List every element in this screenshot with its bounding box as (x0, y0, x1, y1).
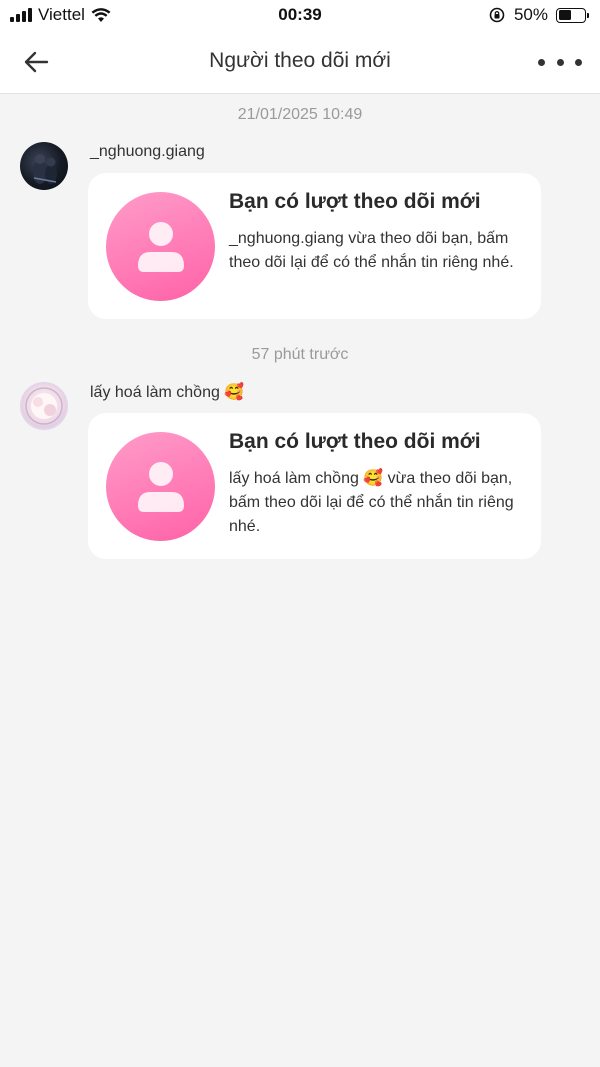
status-bar: Viettel 00:39 50% (0, 0, 600, 32)
notification-card[interactable]: Bạn có lượt theo dõi mới lấy hoá làm chồ… (88, 413, 541, 559)
battery-fill (558, 10, 571, 20)
card-title: Bạn có lượt theo dõi mới (229, 190, 481, 213)
orientation-lock-icon (489, 7, 505, 23)
sender-name[interactable]: _nghuong.giang (90, 143, 205, 161)
battery-icon (556, 7, 589, 23)
default-avatar (106, 432, 215, 541)
more-dot-icon (538, 58, 545, 66)
timestamp: 57 phút trước (251, 346, 349, 363)
user-icon (137, 221, 184, 272)
avatar-photo (25, 387, 63, 425)
sender-name[interactable]: lấy hoá làm chồng 🥰 (90, 382, 244, 402)
page-title: Người theo dõi mới (209, 49, 391, 72)
navigation-bar: Người theo dõi mới (0, 32, 600, 94)
avatar-photo (33, 154, 57, 184)
card-message: lấy hoá làm chồng 🥰 vừa theo dõi bạn, bấ… (229, 470, 514, 535)
more-dot-icon (556, 58, 564, 66)
avatar[interactable] (20, 142, 68, 190)
notification-card[interactable]: Bạn có lượt theo dõi mới _nghuong.giang … (88, 173, 541, 319)
avatar[interactable] (20, 382, 68, 430)
more-options-button[interactable] (538, 50, 582, 74)
battery-percent: 50% (513, 5, 548, 24)
card-message: _nghuong.giang vừa theo dõi bạn, bấm the… (229, 230, 514, 271)
more-dot-icon (575, 58, 582, 66)
status-right: 50% (488, 5, 589, 25)
user-icon (137, 461, 184, 512)
default-avatar (106, 192, 215, 301)
card-title: Bạn có lượt theo dõi mới (229, 430, 481, 453)
timestamp: 21/01/2025 10:49 (237, 106, 363, 123)
